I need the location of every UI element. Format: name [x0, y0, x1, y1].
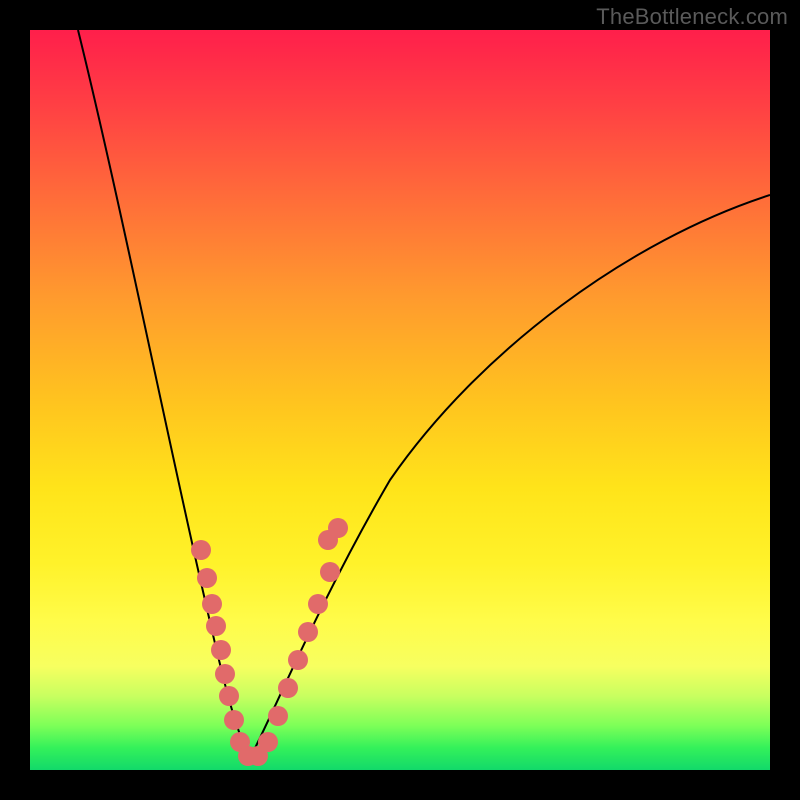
dot: [191, 540, 211, 560]
dot: [320, 562, 340, 582]
dot: [215, 664, 235, 684]
dot: [258, 732, 278, 752]
dot: [298, 622, 318, 642]
plot-overlay: [30, 30, 770, 770]
dot: [197, 568, 217, 588]
dot: [202, 594, 222, 614]
watermark-text: TheBottleneck.com: [596, 4, 788, 30]
plot-frame: [30, 30, 770, 770]
dot: [224, 710, 244, 730]
dot: [211, 640, 231, 660]
dot: [328, 518, 348, 538]
dot: [278, 678, 298, 698]
dot: [308, 594, 328, 614]
dot: [268, 706, 288, 726]
dot: [288, 650, 308, 670]
dot: [206, 616, 226, 636]
dot: [219, 686, 239, 706]
v-curve-right: [250, 195, 770, 758]
